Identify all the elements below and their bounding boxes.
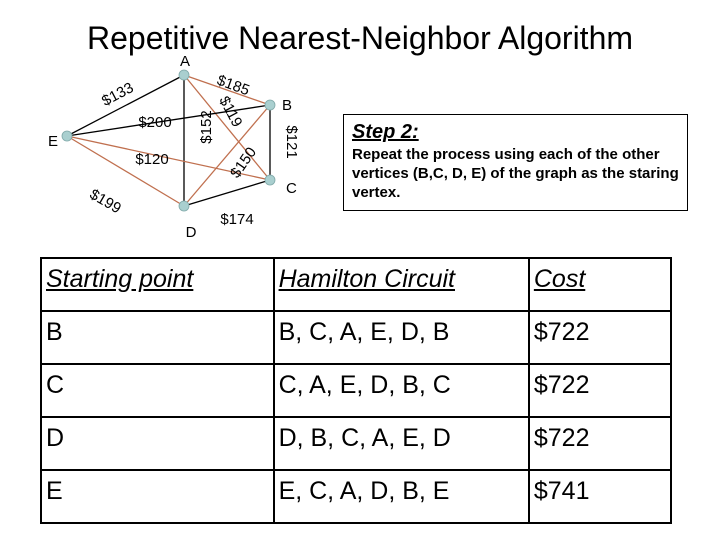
cost-cell: $722 xyxy=(527,310,673,365)
step-title: Step 2: xyxy=(352,121,419,143)
vertex-e xyxy=(61,130,73,142)
edge-e-d xyxy=(66,135,185,207)
cost-cell: $741 xyxy=(527,469,673,524)
table-row: B B, C, A, E, D, B $722 xyxy=(40,310,673,365)
circuit-cell: D, B, C, A, E, D xyxy=(272,416,530,471)
edge-c-d xyxy=(183,179,271,207)
edge-weight-label: $120 xyxy=(135,151,168,168)
vertex-label-b: B xyxy=(282,97,292,114)
table-row: D D, B, C, A, E, D $722 xyxy=(40,416,673,471)
cost-cell: $722 xyxy=(527,363,673,418)
vertex-label-e: E xyxy=(48,133,58,150)
cost-cell: $722 xyxy=(527,416,673,471)
step-text: Repeat the process using each of the oth… xyxy=(352,146,679,201)
vertex-label-c: C xyxy=(286,180,297,197)
header-starting-point: Starting point xyxy=(40,257,275,312)
circuit-cell: B, C, A, E, D, B xyxy=(272,310,530,365)
edge-weight-label: $199 xyxy=(87,186,124,217)
vertex-a xyxy=(178,69,190,81)
vertex-d xyxy=(178,200,190,212)
edge-weight-label: $152 xyxy=(198,110,215,143)
starting-point-cell: C xyxy=(40,363,275,418)
step-box: Step 2: Repeat the process using each of… xyxy=(343,114,688,211)
vertex-label-a: A xyxy=(180,53,190,70)
table-row: C C, A, E, D, B, C $722 xyxy=(40,363,673,418)
vertex-label-d: D xyxy=(186,224,197,241)
edge-weight-label: $174 xyxy=(220,211,253,228)
edge-weight-label: $133 xyxy=(99,79,136,110)
header-cost: Cost xyxy=(527,257,673,312)
edge-weight-label: $185 xyxy=(215,72,252,99)
edge-weight-label: $200 xyxy=(138,114,171,131)
starting-point-cell: E xyxy=(40,469,275,524)
table-row: E E, C, A, D, B, E $741 xyxy=(40,469,673,524)
circuit-cell: E, C, A, D, B, E xyxy=(272,469,530,524)
circuit-cell: C, A, E, D, B, C xyxy=(272,363,530,418)
edge-weight-label: $119 xyxy=(215,94,245,130)
starting-point-cell: B xyxy=(40,310,275,365)
vertex-b xyxy=(264,99,276,111)
edge-weight-label: $121 xyxy=(283,125,300,158)
header-hamilton-circuit: Hamilton Circuit xyxy=(272,257,530,312)
table-header-row: Starting point Hamilton Circuit Cost xyxy=(40,257,673,312)
vertex-c xyxy=(264,174,276,186)
results-table: Starting point Hamilton Circuit Cost B B… xyxy=(40,257,673,524)
starting-point-cell: D xyxy=(40,416,275,471)
